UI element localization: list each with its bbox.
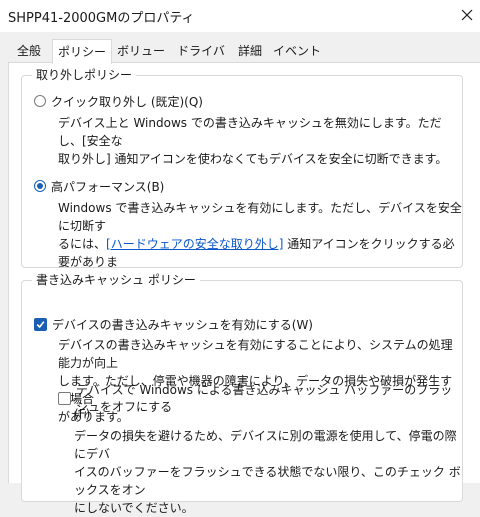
quick-removal-radio-indicator[interactable] <box>34 95 46 107</box>
better-performance-label: 高パフォーマンス(B) <box>51 179 165 194</box>
tab-general[interactable]: 全般 <box>8 40 50 62</box>
removal-policy-group: 取り外しポリシー クイック取り外し (既定)(Q) デバイス上と Windows… <box>21 67 463 287</box>
turn-off-flushing-label-cont: (F) <box>74 407 91 421</box>
tab-driver[interactable]: ドライバー <box>172 40 230 80</box>
turn-off-flushing-description: データの損失を避けるため、デバイスに別の電源を使用して、停電の際にデバ イスのバ… <box>74 429 461 515</box>
write-cache-policy-group: 書き込みキャッシュ ポリシー デバイスの書き込みキャッシュを有効にする(W) デ… <box>21 272 463 515</box>
tab-events[interactable]: イベント <box>272 40 322 62</box>
window-title: SHPP41-2000GMのプロパティ <box>8 11 195 26</box>
tab-panel-policy: 取り外しポリシー クイック取り外し (既定)(Q) デバイス上と Windows… <box>8 62 480 515</box>
close-icon <box>461 9 473 21</box>
better-performance-radio[interactable]: 高パフォーマンス(B) <box>34 177 164 195</box>
checkmark-icon <box>36 320 45 328</box>
tab-policy[interactable]: ポリシー <box>52 39 112 64</box>
close-button[interactable] <box>456 4 478 26</box>
turn-off-flushing-label: デバイスで Windows による書き込みキャッシュ バッファーのフラッシュをオ… <box>76 383 453 414</box>
enable-write-cache-checkbox[interactable]: デバイスの書き込みキャッシュを有効にする(W) <box>34 315 313 333</box>
tab-details[interactable]: 詳細 <box>230 40 270 62</box>
safely-remove-hardware-link[interactable]: [ハードウェアの安全な取り外し] <box>106 237 283 251</box>
quick-removal-radio[interactable]: クイック取り外し (既定)(Q) <box>34 92 203 110</box>
turn-off-flushing-checkbox-box[interactable] <box>58 391 71 405</box>
enable-write-cache-label: デバイスの書き込みキャッシュを有効にする(W) <box>52 317 313 332</box>
tab-volumes[interactable]: ボリューム <box>112 40 170 80</box>
quick-removal-label: クイック取り外し (既定)(Q) <box>51 94 203 109</box>
title-bar: SHPP41-2000GMのプロパティ <box>0 0 480 32</box>
better-performance-radio-indicator[interactable] <box>34 180 46 192</box>
write-cache-policy-legend: 書き込みキャッシュ ポリシー <box>32 272 200 288</box>
enable-write-cache-checkbox-box[interactable] <box>34 317 47 331</box>
quick-removal-description: デバイス上と Windows での書き込みキャッシュを無効にします。ただし、[安… <box>58 116 448 166</box>
removal-policy-legend: 取り外しポリシー <box>32 67 137 83</box>
turn-off-flushing-checkbox[interactable]: デバイスで Windows による書き込みキャッシュ バッファーのフラッシュをオ… <box>58 383 462 414</box>
